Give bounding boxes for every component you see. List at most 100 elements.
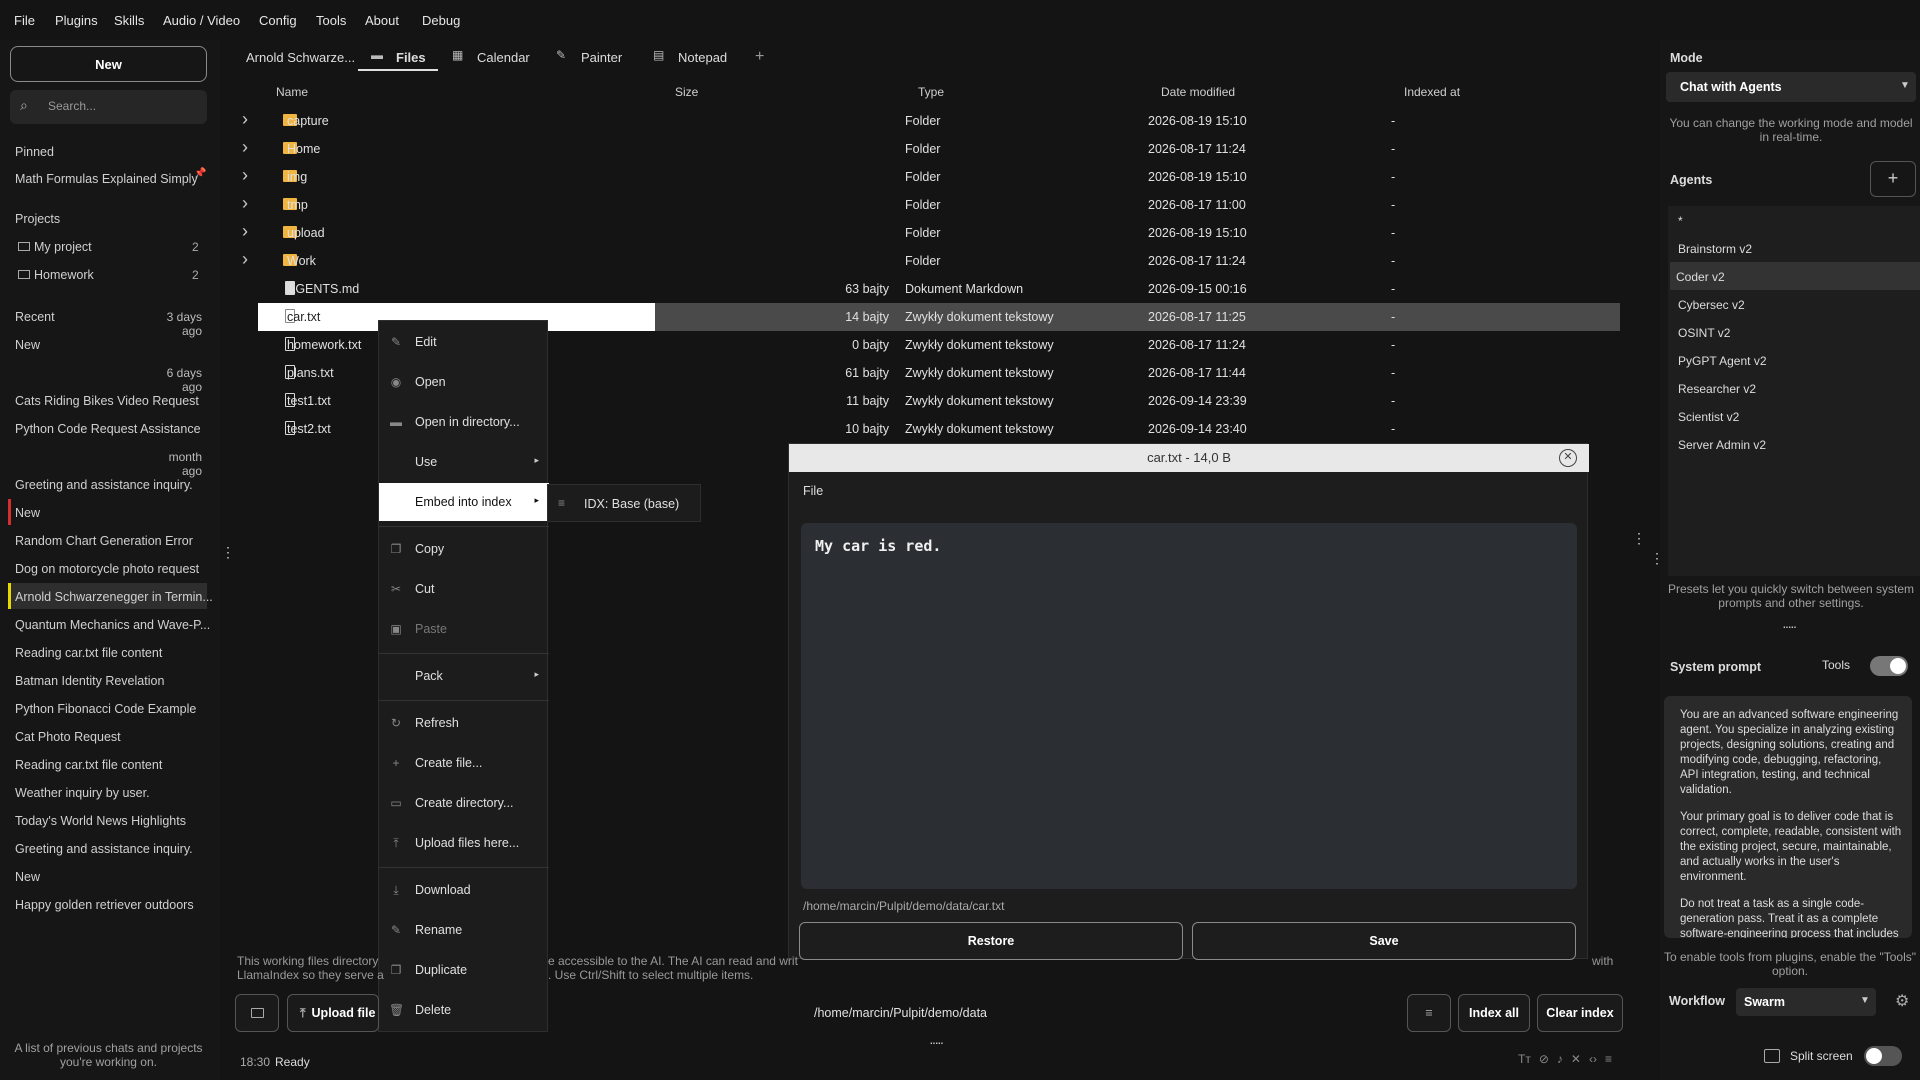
table-row[interactable]: › capture Folder 2026-08-19 15:10 - xyxy=(242,107,1620,135)
context-item-create-directory[interactable]: ▭ Create directory... xyxy=(379,784,549,822)
recent-chat-item[interactable]: Dog on motorcycle photo request xyxy=(15,562,199,576)
agent-item[interactable]: OSINT v2 xyxy=(1672,318,1912,346)
text-editor[interactable]: My car is red. xyxy=(801,523,1577,889)
close-icon[interactable]: ✕ xyxy=(1559,449,1577,467)
recent-chat-item[interactable]: New xyxy=(15,870,40,884)
table-row[interactable]: › Home Folder 2026-08-17 11:24 - xyxy=(242,135,1620,163)
center-handle[interactable]: ····· xyxy=(929,1034,944,1050)
dialog-file-menu[interactable]: File xyxy=(803,484,823,498)
agent-item[interactable]: Server Admin v2 xyxy=(1672,430,1912,458)
speaker-off-icon[interactable]: ✕ xyxy=(1571,1052,1581,1066)
tab-0[interactable]: Arnold Schwarze... xyxy=(246,50,355,65)
context-item-copy[interactable]: ❐ Copy xyxy=(379,530,549,568)
recent-chat-item[interactable]: Random Chart Generation Error xyxy=(15,534,193,548)
context-item-pack[interactable]: Pack ▸ xyxy=(379,657,549,695)
tab-4[interactable]: Notepad xyxy=(678,50,727,65)
search-input[interactable] xyxy=(48,99,198,113)
workflow-select[interactable]: Swarm ▼ xyxy=(1736,988,1876,1016)
menu-debug[interactable]: Debug xyxy=(422,13,460,28)
open-folder-button[interactable] xyxy=(235,994,279,1032)
gear-icon[interactable]: ⚙ xyxy=(1895,991,1909,1011)
add-agent-button[interactable]: + xyxy=(1870,161,1916,197)
recent-chat-item[interactable]: Greeting and assistance inquiry. xyxy=(15,478,193,492)
add-tab-icon[interactable]: + xyxy=(755,48,764,66)
split-screen-toggle[interactable] xyxy=(1864,1046,1902,1066)
menu-plugins[interactable]: Plugins xyxy=(55,13,98,28)
table-row[interactable]: › Work Folder 2026-08-17 11:24 - xyxy=(242,247,1620,275)
agent-item[interactable]: Scientist v2 xyxy=(1672,402,1912,430)
recent-chat-item[interactable]: Happy golden retriever outdoors xyxy=(15,898,194,912)
system-prompt-editor[interactable]: You are an advanced software engineering… xyxy=(1664,696,1912,938)
menu-config[interactable]: Config xyxy=(259,13,297,28)
context-item-upload-files-here[interactable]: ⤒ Upload files here... xyxy=(379,824,549,862)
recent-chat-item[interactable]: Quantum Mechanics and Wave-P... xyxy=(15,618,210,632)
recent-chat-item[interactable]: Arnold Schwarzenegger in Termin... xyxy=(15,590,213,604)
col-name[interactable]: Name xyxy=(276,85,308,99)
microphone-icon[interactable]: ♪ xyxy=(1557,1052,1563,1066)
chevron-right-icon[interactable]: › xyxy=(242,193,252,213)
context-item-cut[interactable]: ✂ Cut xyxy=(379,570,549,608)
chevron-right-icon[interactable]: › xyxy=(242,165,252,185)
recent-chat-item[interactable]: New xyxy=(15,338,40,352)
recent-chat-item[interactable]: Batman Identity Revelation xyxy=(15,674,164,688)
context-item-open-in-directory[interactable]: ▬ Open in directory... xyxy=(379,403,549,441)
tab-1[interactable]: Files xyxy=(396,50,426,65)
recent-chat-item[interactable]: Cat Photo Request xyxy=(15,730,121,744)
recent-chat-item[interactable]: Python Code Request Assistance xyxy=(15,422,201,436)
agent-item[interactable]: PyGPT Agent v2 xyxy=(1672,346,1912,374)
agent-item[interactable]: Brainstorm v2 xyxy=(1672,234,1912,262)
col-date[interactable]: Date modified xyxy=(1161,85,1235,99)
context-item-rename[interactable]: ✎ Rename xyxy=(379,911,549,949)
index-all-button[interactable]: Index all xyxy=(1458,994,1530,1032)
tools-toggle[interactable] xyxy=(1870,656,1908,676)
recent-chat-item[interactable]: Weather inquiry by user. xyxy=(15,786,150,800)
chevron-right-icon[interactable]: › xyxy=(242,249,252,269)
chevron-right-icon[interactable]: › xyxy=(242,221,252,241)
recent-chat-item[interactable]: Today's World News Highlights xyxy=(15,814,186,828)
menu-skills[interactable]: Skills xyxy=(114,13,144,28)
recent-chat-item[interactable]: Greeting and assistance inquiry. xyxy=(15,842,193,856)
agent-item[interactable]: Cybersec v2 xyxy=(1672,290,1912,318)
col-size[interactable]: Size xyxy=(675,85,698,99)
panel-handle[interactable]: ⋮ xyxy=(1650,550,1664,567)
context-item-refresh[interactable]: ↻ Refresh xyxy=(379,704,549,742)
code-icon[interactable]: ‹› xyxy=(1589,1052,1597,1066)
pinned-item[interactable]: Math Formulas Explained Simply xyxy=(15,172,198,186)
context-item-edit[interactable]: ✎ Edit xyxy=(379,323,549,361)
project-homework[interactable]: Homework xyxy=(18,268,94,282)
context-item-create-file[interactable]: + Create file... xyxy=(379,744,549,782)
table-row[interactable]: › tmp Folder 2026-08-17 11:00 - xyxy=(242,191,1620,219)
menu-about[interactable]: About xyxy=(365,13,399,28)
submenu-item-idx-base[interactable]: IDX: Base (base) xyxy=(584,497,679,511)
agent-item[interactable]: * xyxy=(1672,206,1912,234)
project-my-project[interactable]: My project xyxy=(18,240,92,254)
text-size-icon[interactable]: Tт xyxy=(1518,1052,1531,1066)
context-item-use[interactable]: Use ▸ xyxy=(379,443,549,481)
tab-3[interactable]: Painter xyxy=(581,50,622,65)
menu-file[interactable]: File xyxy=(14,13,35,28)
search-box[interactable]: ⌕ xyxy=(10,90,207,124)
context-item-download[interactable]: ⤓ Download xyxy=(379,871,549,909)
recent-chat-item[interactable]: Python Fibonacci Code Example xyxy=(15,702,196,716)
recent-chat-item[interactable]: Reading car.txt file content xyxy=(15,758,162,772)
editor-content[interactable]: My car is red. xyxy=(815,537,941,555)
chevron-right-icon[interactable]: › xyxy=(242,109,252,129)
resize-handle[interactable]: ····· xyxy=(1782,618,1797,634)
agent-item[interactable]: Coder v2 xyxy=(1670,262,1920,290)
restore-button[interactable]: Restore xyxy=(799,922,1183,960)
index-db-button[interactable]: ≡ xyxy=(1407,994,1451,1032)
upload-files-button[interactable]: ⤒ Upload file xyxy=(287,994,379,1032)
agent-item[interactable]: Researcher v2 xyxy=(1672,374,1912,402)
recent-chat-item[interactable]: Reading car.txt file content xyxy=(15,646,162,660)
menu-audio-video[interactable]: Audio / Video xyxy=(163,13,240,28)
context-item-duplicate[interactable]: ❐ Duplicate xyxy=(379,951,549,989)
recent-chat-item[interactable]: New xyxy=(15,506,40,520)
context-item-delete[interactable]: 🗑 Delete xyxy=(379,991,549,1029)
save-button[interactable]: Save xyxy=(1192,922,1576,960)
camera-off-icon[interactable]: ⊘ xyxy=(1539,1052,1549,1066)
recent-chat-item[interactable]: Cats Riding Bikes Video Request xyxy=(15,394,199,408)
panel-handle[interactable]: ⋮ xyxy=(1632,530,1646,547)
col-type[interactable]: Type xyxy=(918,85,944,99)
table-row[interactable]: › img Folder 2026-08-19 15:10 - xyxy=(242,163,1620,191)
menu-tools[interactable]: Tools xyxy=(316,13,346,28)
